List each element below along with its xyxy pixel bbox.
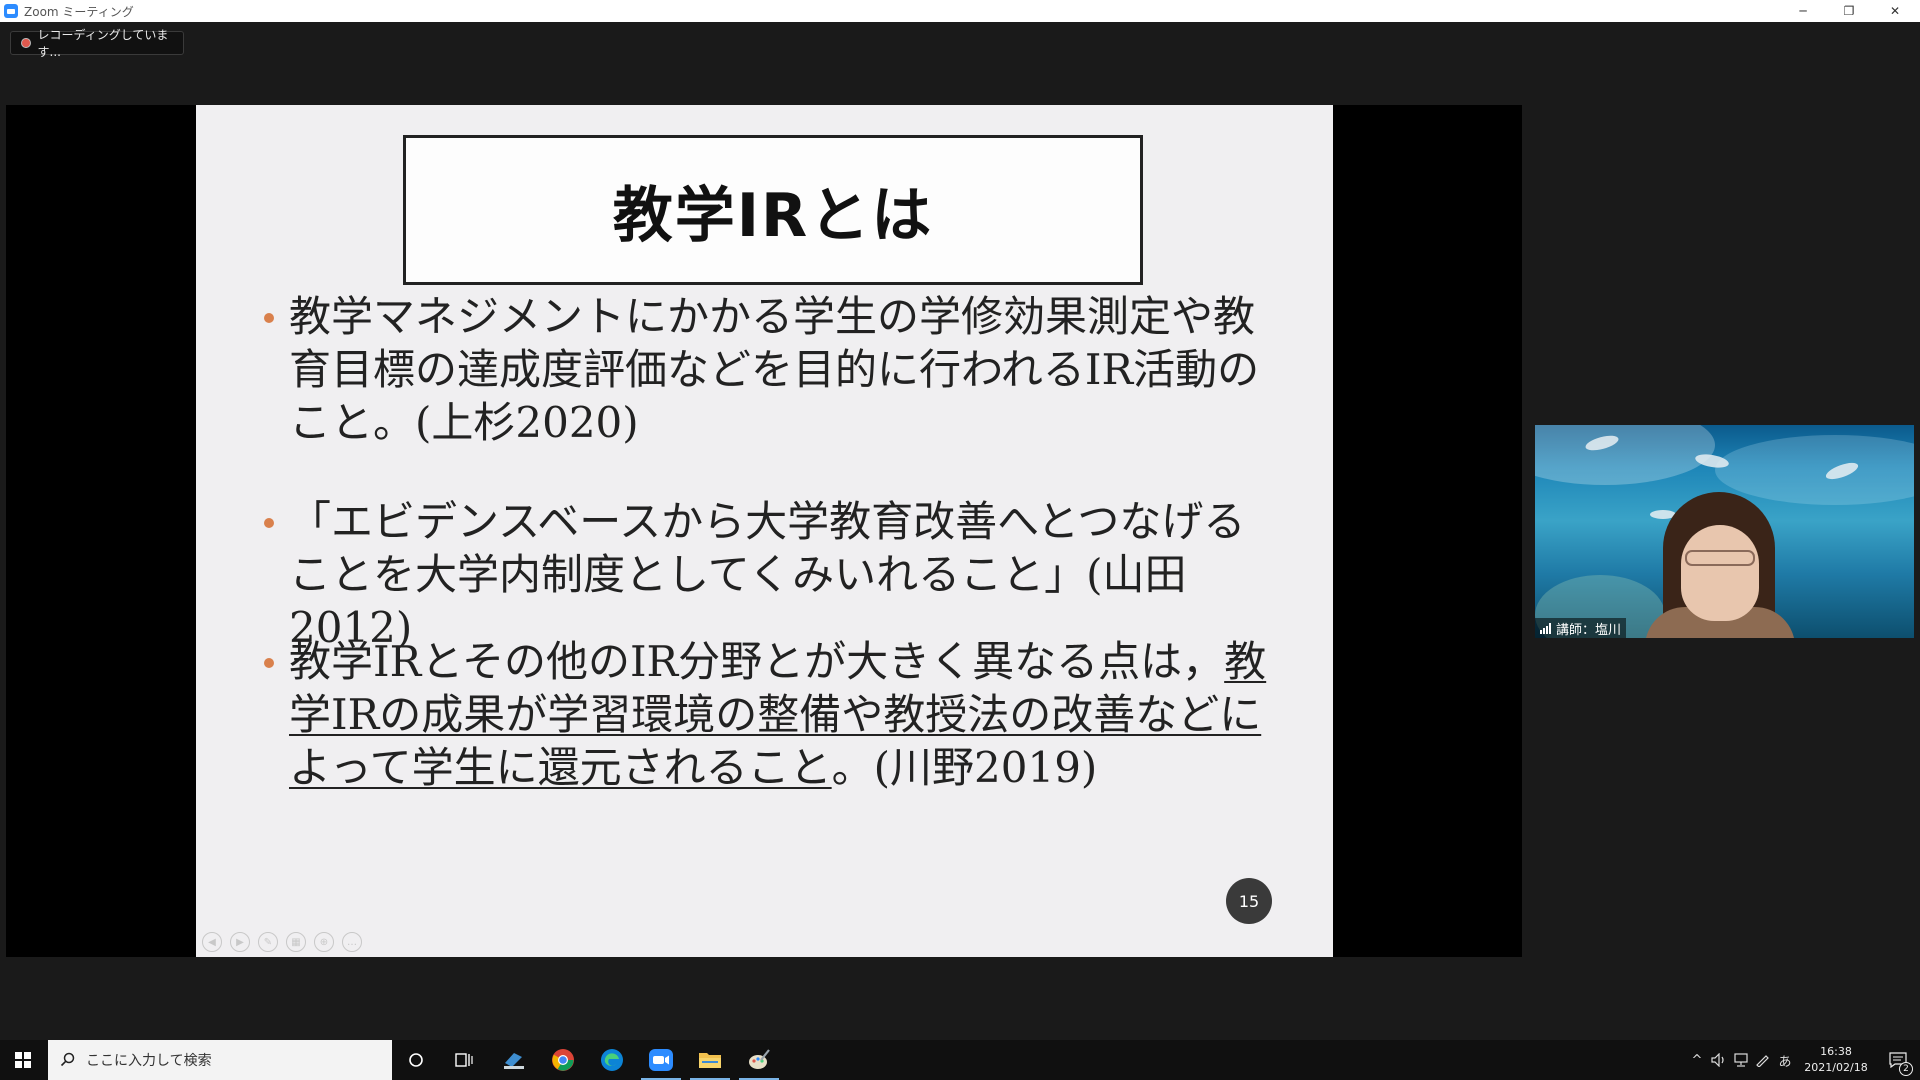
cortana-button[interactable] — [392, 1040, 440, 1080]
start-button[interactable] — [0, 1040, 46, 1080]
zoom-app-icon — [4, 4, 18, 18]
pen-input-icon[interactable] — [1752, 1040, 1774, 1080]
taskbar-app-pinned[interactable] — [490, 1040, 538, 1080]
slide-title-box: 教学IRとは — [403, 135, 1143, 285]
presentation-slide: 教学IRとは 教学マネジメントにかかる学生の学修効果測定や教育目標の達成度評価な… — [196, 105, 1333, 957]
slide-bullet: 「エビデンスベースから大学教育改善へとつなげることを大学内制度としてくみいれるこ… — [264, 495, 1274, 654]
slideshow-controls: ◀ ▶ ✎ ▦ ⊕ … — [196, 932, 362, 952]
clock-date: 2021/02/18 — [1804, 1061, 1868, 1074]
window-title: Zoom ミーティング — [24, 4, 134, 19]
close-button[interactable]: ✕ — [1872, 0, 1918, 22]
water-highlight — [1535, 425, 1715, 485]
participant-video[interactable]: 講師：塩川 — [1535, 425, 1914, 638]
system-tray: ^ あ 16:38 2021/02/18 2 — [1686, 1040, 1920, 1080]
file-explorer-icon — [699, 1053, 721, 1068]
chrome-icon — [552, 1049, 574, 1071]
clock-time: 16:38 — [1820, 1045, 1852, 1058]
notification-count-badge: 2 — [1899, 1062, 1913, 1076]
bullet-text: 教学マネジメントにかかる学生の学修効果測定や教育目標の達成度評価などを目的に行わ… — [289, 292, 1260, 447]
connection-signal-icon — [1540, 622, 1551, 634]
bullet-text: 教学IRとその他のIR分野とが大きく異なる点は，教学IRの成果が学習環境の整備や… — [289, 635, 1274, 794]
slide-bullet: 教学マネジメントにかかる学生の学修効果測定や教育目標の達成度評価などを目的に行わ… — [264, 290, 1274, 449]
action-center-button[interactable]: 2 — [1876, 1040, 1920, 1080]
task-view-icon — [455, 1053, 473, 1067]
water-highlight — [1715, 435, 1914, 505]
windows-taskbar: ここに入力して検索 ^ あ 16:38 2021/02/18 2 — [0, 1040, 1920, 1080]
participant-name-tag: 講師：塩川 — [1535, 618, 1627, 638]
paint-icon — [749, 1049, 770, 1069]
bullet-dot-icon — [264, 313, 274, 323]
volume-icon[interactable] — [1708, 1040, 1730, 1080]
taskbar-search[interactable]: ここに入力して検索 — [48, 1040, 392, 1080]
minimize-button[interactable]: ─ — [1780, 0, 1826, 22]
edge-icon — [601, 1049, 623, 1071]
show-hidden-icons-chevron-up-icon[interactable]: ^ — [1686, 1040, 1708, 1080]
cortana-icon — [409, 1053, 423, 1067]
recording-label: レコーディングしています... — [37, 28, 169, 59]
task-view-button[interactable] — [440, 1040, 488, 1080]
taskbar-zoom[interactable] — [637, 1040, 685, 1080]
slides-overview-icon[interactable]: ▦ — [286, 932, 306, 952]
search-icon — [60, 1052, 75, 1067]
windows-logo-icon — [15, 1052, 31, 1068]
taskbar-clock[interactable]: 16:38 2021/02/18 — [1796, 1044, 1876, 1076]
taskbar-paint[interactable] — [735, 1040, 783, 1080]
bullet-text-prefix: 教学IRとその他のIR分野とが大きく異なる点は， — [289, 637, 1225, 686]
taskbar-chrome[interactable] — [539, 1040, 587, 1080]
network-icon[interactable] — [1730, 1040, 1752, 1080]
zoom-icon — [649, 1049, 673, 1071]
taskbar-edge[interactable] — [588, 1040, 636, 1080]
bullet-text: 「エビデンスベースから大学教育改善へとつなげることを大学内制度としてくみいれるこ… — [289, 497, 1246, 652]
recording-dot-icon — [21, 38, 31, 48]
restore-button[interactable]: ❐ — [1826, 0, 1872, 22]
bullet-dot-icon — [264, 658, 274, 668]
pen-icon[interactable]: ✎ — [258, 932, 278, 952]
participant-glasses — [1685, 550, 1755, 566]
bullet-dot-icon — [264, 518, 274, 528]
participant-name: 講師：塩川 — [1556, 622, 1622, 638]
shared-screen: 教学IRとは 教学マネジメントにかかる学生の学修効果測定や教育目標の達成度評価な… — [6, 105, 1522, 957]
more-options-icon[interactable]: … — [342, 932, 362, 952]
bullet-text-suffix: 。(川野2019) — [831, 743, 1098, 792]
taskbar-file-explorer[interactable] — [686, 1040, 734, 1080]
recording-indicator[interactable]: レコーディングしています... — [10, 28, 184, 59]
next-slide-icon[interactable]: ▶ — [230, 932, 250, 952]
slide-page-number: 15 — [1226, 878, 1272, 924]
previous-slide-icon[interactable]: ◀ — [202, 932, 222, 952]
participant-face — [1681, 525, 1759, 621]
zoom-in-icon[interactable]: ⊕ — [314, 932, 334, 952]
ime-indicator[interactable]: あ — [1774, 1040, 1796, 1080]
slide-bullet: 教学IRとその他のIR分野とが大きく異なる点は，教学IRの成果が学習環境の整備や… — [264, 635, 1274, 794]
slide-title: 教学IRとは — [612, 180, 934, 251]
window-titlebar: Zoom ミーティング ─ ❐ ✕ — [0, 0, 1920, 22]
search-placeholder: ここに入力して検索 — [86, 1053, 212, 1069]
app-shortcut-icon — [504, 1053, 524, 1069]
